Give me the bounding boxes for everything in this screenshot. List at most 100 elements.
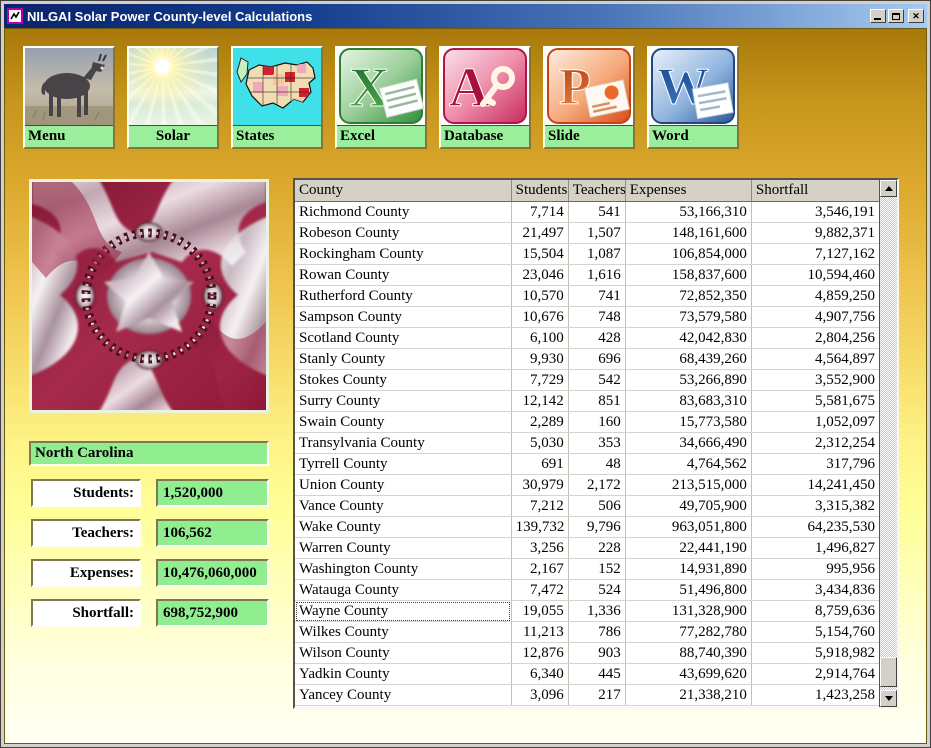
table-cell[interactable]: Tyrrell County — [295, 454, 511, 475]
table-row[interactable]: Surry County12,14285183,683,3105,581,675 — [295, 391, 880, 412]
table-cell[interactable]: 48 — [568, 454, 625, 475]
table-cell[interactable]: 2,914,764 — [751, 664, 879, 685]
states-button[interactable]: States — [231, 46, 323, 149]
table-cell[interactable]: 10,594,460 — [751, 265, 879, 286]
table-cell[interactable]: 3,434,836 — [751, 580, 879, 601]
table-cell[interactable]: 6,340 — [511, 664, 568, 685]
scroll-up-button[interactable] — [880, 180, 897, 197]
table-cell[interactable]: 2,312,254 — [751, 433, 879, 454]
table-row[interactable]: Scotland County6,10042842,042,8302,804,2… — [295, 328, 880, 349]
table-cell[interactable]: 73,579,580 — [625, 307, 751, 328]
table-row[interactable]: Warren County3,25622822,441,1901,496,827 — [295, 538, 880, 559]
database-button[interactable]: A Database — [439, 46, 531, 149]
table-cell[interactable]: 1,616 — [568, 265, 625, 286]
scroll-down-button[interactable] — [880, 690, 897, 707]
table-cell[interactable]: 34,666,490 — [625, 433, 751, 454]
table-cell[interactable]: 53,166,310 — [625, 202, 751, 223]
table-cell[interactable]: Wayne County — [295, 601, 511, 622]
table-cell[interactable]: 49,705,900 — [625, 496, 751, 517]
slide-button[interactable]: P Slide — [543, 46, 635, 149]
table-cell[interactable]: 30,979 — [511, 475, 568, 496]
table-row[interactable]: Vance County7,21250649,705,9003,315,382 — [295, 496, 880, 517]
table-cell[interactable]: Stanly County — [295, 349, 511, 370]
table-cell[interactable]: Sampson County — [295, 307, 511, 328]
table-cell[interactable]: 23,046 — [511, 265, 568, 286]
table-cell[interactable]: 506 — [568, 496, 625, 517]
table-cell[interactable]: Yancey County — [295, 685, 511, 706]
table-cell[interactable]: Union County — [295, 475, 511, 496]
table-cell[interactable]: 14,241,450 — [751, 475, 879, 496]
table-cell[interactable]: Washington County — [295, 559, 511, 580]
table-cell[interactable]: 1,052,097 — [751, 412, 879, 433]
table-cell[interactable]: 131,328,900 — [625, 601, 751, 622]
excel-button[interactable]: X Excel — [335, 46, 427, 149]
table-cell[interactable]: 9,882,371 — [751, 223, 879, 244]
table-row[interactable]: Wayne County19,0551,336131,328,9008,759,… — [295, 601, 880, 622]
table-cell[interactable]: 4,764,562 — [625, 454, 751, 475]
table-cell[interactable]: 995,956 — [751, 559, 879, 580]
table-cell[interactable]: 3,546,191 — [751, 202, 879, 223]
table-row[interactable]: Rowan County23,0461,616158,837,60010,594… — [295, 265, 880, 286]
state-name-field[interactable]: North Carolina — [29, 441, 269, 466]
table-row[interactable]: Robeson County21,4971,507148,161,6009,88… — [295, 223, 880, 244]
table-cell[interactable]: 4,564,897 — [751, 349, 879, 370]
table-cell[interactable]: 12,142 — [511, 391, 568, 412]
table-cell[interactable]: 43,699,620 — [625, 664, 751, 685]
table-cell[interactable]: Rowan County — [295, 265, 511, 286]
table-cell[interactable]: 77,282,780 — [625, 622, 751, 643]
table-cell[interactable]: 22,441,190 — [625, 538, 751, 559]
table-cell[interactable]: Wilkes County — [295, 622, 511, 643]
table-cell[interactable]: Rockingham County — [295, 244, 511, 265]
table-cell[interactable]: Vance County — [295, 496, 511, 517]
table-cell[interactable]: Robeson County — [295, 223, 511, 244]
table-cell[interactable]: 5,030 — [511, 433, 568, 454]
table-cell[interactable]: 14,931,890 — [625, 559, 751, 580]
table-cell[interactable]: 524 — [568, 580, 625, 601]
table-cell[interactable]: 3,096 — [511, 685, 568, 706]
table-cell[interactable]: 21,497 — [511, 223, 568, 244]
table-row[interactable]: Rockingham County15,5041,087106,854,0007… — [295, 244, 880, 265]
table-cell[interactable]: 903 — [568, 643, 625, 664]
table-cell[interactable]: 158,837,600 — [625, 265, 751, 286]
table-cell[interactable]: 5,918,982 — [751, 643, 879, 664]
table-cell[interactable]: Transylvania County — [295, 433, 511, 454]
table-cell[interactable]: 68,439,260 — [625, 349, 751, 370]
table-cell[interactable]: 12,876 — [511, 643, 568, 664]
table-cell[interactable]: Scotland County — [295, 328, 511, 349]
table-row[interactable]: Stokes County7,72954253,266,8903,552,900 — [295, 370, 880, 391]
table-row[interactable]: Swain County2,28916015,773,5801,052,097 — [295, 412, 880, 433]
table-cell[interactable]: 9,930 — [511, 349, 568, 370]
table-cell[interactable]: 1,087 — [568, 244, 625, 265]
table-cell[interactable]: Rutherford County — [295, 286, 511, 307]
table-cell[interactable]: 786 — [568, 622, 625, 643]
table-row[interactable]: Wilson County12,87690388,740,3905,918,98… — [295, 643, 880, 664]
table-cell[interactable]: 4,859,250 — [751, 286, 879, 307]
table-cell[interactable]: 696 — [568, 349, 625, 370]
table-cell[interactable]: 21,338,210 — [625, 685, 751, 706]
table-cell[interactable]: 3,315,382 — [751, 496, 879, 517]
table-cell[interactable]: 353 — [568, 433, 625, 454]
table-cell[interactable]: Stokes County — [295, 370, 511, 391]
table-cell[interactable]: 10,676 — [511, 307, 568, 328]
table-cell[interactable]: 5,154,760 — [751, 622, 879, 643]
table-cell[interactable]: 64,235,530 — [751, 517, 879, 538]
table-cell[interactable]: Richmond County — [295, 202, 511, 223]
table-cell[interactable]: 1,423,258 — [751, 685, 879, 706]
table-row[interactable]: Wake County139,7329,796963,051,80064,235… — [295, 517, 880, 538]
maximize-button[interactable] — [888, 9, 904, 23]
table-cell[interactable]: 7,127,162 — [751, 244, 879, 265]
minimize-button[interactable] — [870, 9, 886, 23]
table-cell[interactable]: 11,213 — [511, 622, 568, 643]
menu-button[interactable]: Menu — [23, 46, 115, 149]
table-cell[interactable]: 217 — [568, 685, 625, 706]
table-cell[interactable]: 741 — [568, 286, 625, 307]
table-cell[interactable]: 83,683,310 — [625, 391, 751, 412]
table-cell[interactable]: 9,796 — [568, 517, 625, 538]
table-row[interactable]: Yadkin County6,34044543,699,6202,914,764 — [295, 664, 880, 685]
title-bar[interactable]: NILGAI Solar Power County-level Calculat… — [4, 4, 927, 28]
table-cell[interactable]: 2,289 — [511, 412, 568, 433]
table-row[interactable]: Watauga County7,47252451,496,8003,434,83… — [295, 580, 880, 601]
table-cell[interactable]: 160 — [568, 412, 625, 433]
table-cell[interactable]: 213,515,000 — [625, 475, 751, 496]
table-cell[interactable]: 6,100 — [511, 328, 568, 349]
